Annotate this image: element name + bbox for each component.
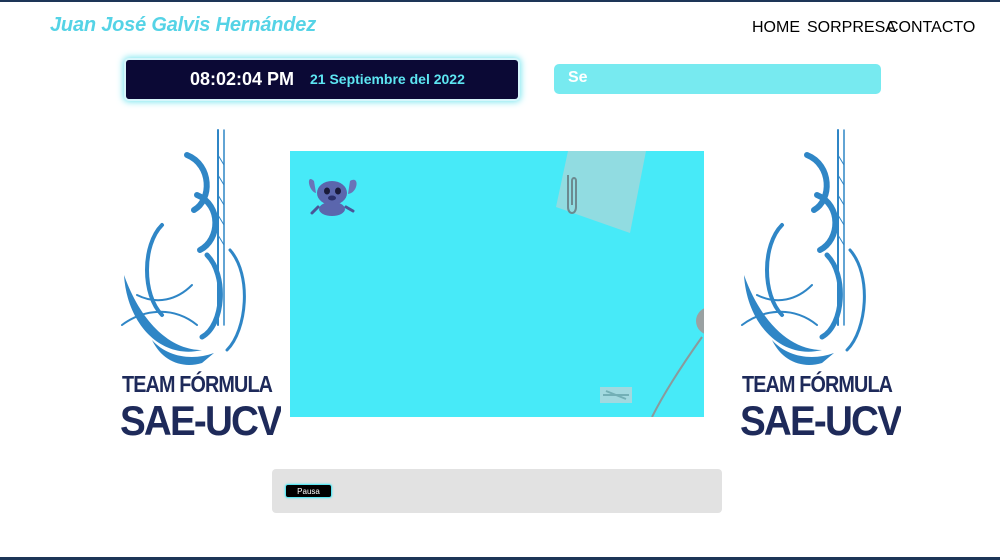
video-frame <box>308 151 704 417</box>
video-player[interactable] <box>290 151 704 417</box>
race-car-logo-icon <box>741 129 866 365</box>
pause-button[interactable]: Pausa <box>285 484 332 498</box>
nav-contacto-link[interactable]: CONTACTO <box>887 19 975 37</box>
logo-team-text: TEAM FÓRMULA <box>122 371 273 397</box>
site-title: Juan José Galvis Hernández <box>50 14 317 36</box>
clock-date: 21 Septiembre del 2022 <box>310 71 465 87</box>
paper-note-icon <box>556 151 646 233</box>
stitch-character-icon <box>308 178 357 216</box>
logo-team-text: TEAM FÓRMULA <box>742 371 893 397</box>
nav-sorpresa-link[interactable]: SORPRESA <box>807 19 896 37</box>
watermark-icon <box>600 387 632 403</box>
team-logo-left: TEAM FÓRMULA SAE-UCV <box>102 125 281 447</box>
scrolling-text: Se <box>568 69 588 86</box>
logo-sae-text: SAE-UCV <box>120 397 282 444</box>
team-logo-right: TEAM FÓRMULA SAE-UCV <box>722 125 901 447</box>
round-object-icon <box>696 308 704 334</box>
digital-clock: 08:02:04 PM 21 Septiembre del 2022 <box>126 60 518 99</box>
logo-sae-text: SAE-UCV <box>740 397 902 444</box>
top-border <box>0 0 1000 2</box>
clock-time: 08:02:04 PM <box>190 69 295 89</box>
race-car-logo-icon <box>121 129 246 365</box>
video-controls-bar: Pausa <box>272 469 722 513</box>
nav-home-link[interactable]: HOME <box>752 19 800 37</box>
scrolling-text-box: Se <box>554 64 881 94</box>
